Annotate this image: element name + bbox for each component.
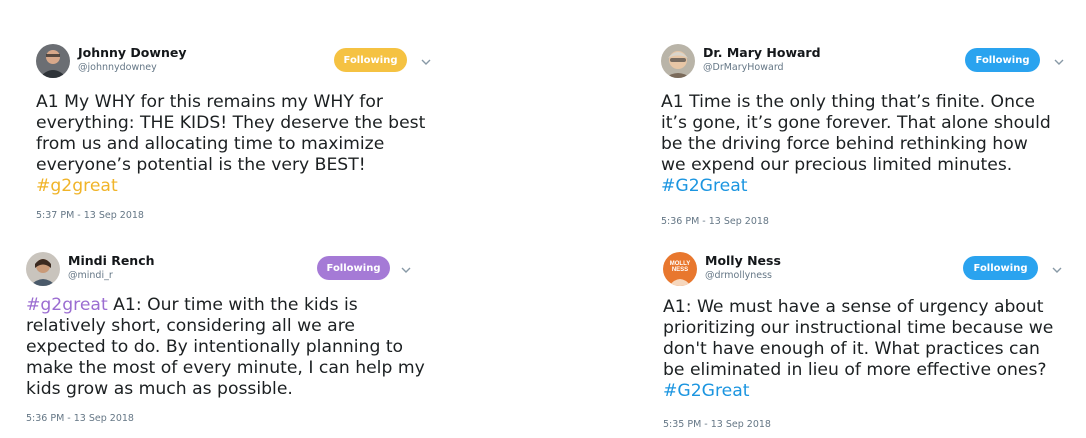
avatar[interactable] — [36, 44, 70, 78]
display-name[interactable]: Dr. Mary Howard — [703, 45, 821, 60]
timestamp[interactable]: 5:36 PM - 13 Sep 2018 — [26, 413, 134, 424]
svg-text:NESS: NESS — [672, 267, 688, 273]
following-button[interactable]: Following — [334, 48, 407, 72]
user-handle[interactable]: @mindi_r — [68, 270, 113, 281]
tweet-text: A1 My WHY for this remains my WHY for ev… — [36, 92, 456, 197]
avatar[interactable] — [661, 44, 695, 78]
timestamp[interactable]: 5:35 PM - 13 Sep 2018 — [663, 419, 771, 430]
hashtag-link[interactable]: #g2great — [36, 176, 118, 196]
timestamp[interactable]: 5:37 PM - 13 Sep 2018 — [36, 210, 144, 221]
hashtag-link[interactable]: #G2Great — [663, 381, 750, 401]
display-name[interactable]: Molly Ness — [705, 253, 781, 268]
user-handle[interactable]: @drmollyness — [705, 270, 772, 281]
tweet-text-body: A1 My WHY for this remains my WHY for ev… — [36, 92, 426, 175]
chevron-down-icon[interactable] — [1053, 56, 1065, 68]
user-handle[interactable]: @johnnydowney — [78, 62, 157, 73]
tweet-text: A1 Time is the only thing that’s finite.… — [661, 92, 1081, 197]
tweet-text-body: A1 Time is the only thing that’s finite.… — [661, 92, 1051, 175]
chevron-down-icon[interactable] — [1051, 264, 1063, 276]
chevron-down-icon[interactable] — [400, 264, 412, 276]
following-button[interactable]: Following — [317, 256, 390, 280]
user-handle[interactable]: @DrMaryHoward — [703, 62, 784, 73]
following-button[interactable]: Following — [963, 256, 1038, 280]
avatar[interactable]: MOLLY NESS — [663, 252, 697, 286]
tweet-text: #g2great A1: Our time with the kids is r… — [26, 295, 456, 400]
tweet-card: Mindi Rench @mindi_r Following #g2great … — [26, 252, 456, 432]
tweet-text: A1: We must have a sense of urgency abou… — [663, 297, 1083, 402]
tweet-card: Dr. Mary Howard @DrMaryHoward Following … — [661, 44, 1081, 234]
tweet-text-body: A1: We must have a sense of urgency abou… — [663, 297, 1054, 380]
following-button[interactable]: Following — [965, 48, 1040, 72]
timestamp[interactable]: 5:36 PM - 13 Sep 2018 — [661, 216, 769, 227]
display-name[interactable]: Mindi Rench — [68, 253, 155, 268]
chevron-down-icon[interactable] — [420, 56, 432, 68]
display-name[interactable]: Johnny Downey — [78, 45, 186, 60]
tweet-card: MOLLY NESS Molly Ness @drmollyness Follow… — [663, 252, 1083, 434]
hashtag-link[interactable]: #g2great — [26, 295, 108, 315]
hashtag-link[interactable]: #G2Great — [661, 176, 748, 196]
avatar[interactable] — [26, 252, 60, 286]
tweet-card: Johnny Downey @johnnydowney Following A1… — [36, 44, 456, 224]
